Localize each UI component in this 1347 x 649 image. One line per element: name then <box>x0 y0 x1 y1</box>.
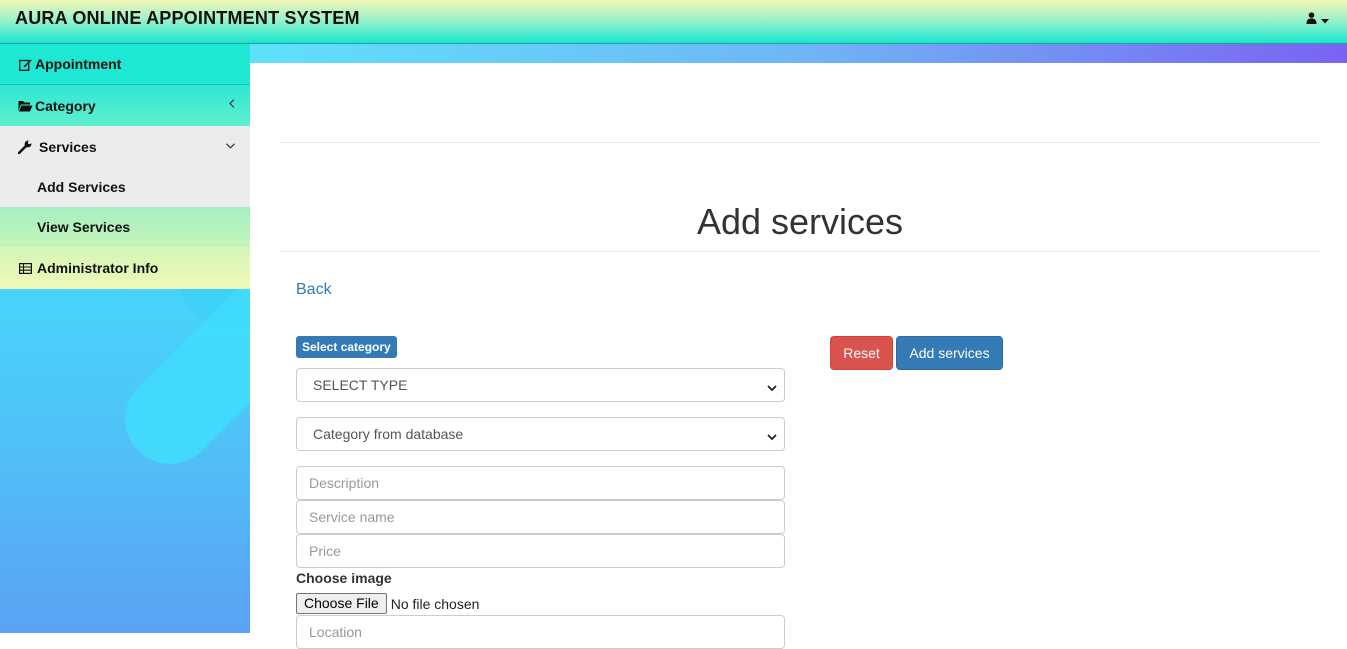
caret-down-icon <box>1321 11 1329 29</box>
header-gradient-strip <box>250 44 1347 63</box>
sidebar-item-label: View Services <box>37 219 131 235</box>
folder-open-icon <box>17 99 33 113</box>
sidebar-item-category[interactable]: Category <box>0 85 250 126</box>
add-services-button[interactable]: Add services <box>896 336 1003 370</box>
select-category-label: Select category <box>296 336 397 358</box>
sidebar-item-administrator-info[interactable]: Administrator Info <box>0 247 250 289</box>
app-title: AURA ONLINE APPOINTMENT SYSTEM <box>15 8 360 28</box>
page-title: Add services <box>696 201 904 242</box>
sidebar-item-label: Services <box>39 138 97 155</box>
choose-image-label: Choose image <box>296 570 392 586</box>
sidebar-item-services[interactable]: Services <box>0 126 250 167</box>
sidebar-decoration <box>0 464 250 633</box>
description-input[interactable] <box>296 466 785 500</box>
sidebar-item-label: Category <box>35 97 96 114</box>
divider <box>281 251 1320 252</box>
chevron-left-icon <box>229 97 235 111</box>
sidebar: Appointment Category Services Add Servic… <box>0 44 250 633</box>
chevron-down-icon <box>767 428 777 444</box>
sidebar-menu: Appointment Category Services Add Servic… <box>0 44 250 289</box>
edit-icon <box>17 57 33 71</box>
sidebar-item-view-services[interactable]: View Services <box>0 207 250 247</box>
sidebar-item-label: Administrator Info <box>37 260 159 276</box>
wrench-icon <box>17 140 33 154</box>
category-select[interactable]: Category from database <box>296 417 785 451</box>
sidebar-item-label: Appointment <box>35 56 122 72</box>
chevron-down-icon <box>226 138 235 152</box>
sidebar-item-label: Add Services <box>37 179 126 195</box>
type-select[interactable]: SELECT TYPE <box>296 368 785 402</box>
chevron-down-icon <box>767 379 777 395</box>
user-icon <box>1306 11 1317 29</box>
user-menu-button[interactable] <box>1306 11 1329 29</box>
category-select-value: Category from database <box>313 426 464 442</box>
choose-file-button[interactable]: Choose File <box>296 593 387 614</box>
type-select-value: SELECT TYPE <box>313 377 408 393</box>
back-link[interactable]: Back <box>296 281 332 299</box>
service-name-input[interactable] <box>296 500 785 534</box>
reset-button[interactable]: Reset <box>830 336 893 370</box>
price-input[interactable] <box>296 534 785 568</box>
top-navbar: AURA ONLINE APPOINTMENT SYSTEM <box>0 0 1347 44</box>
sidebar-item-appointment[interactable]: Appointment <box>0 44 250 85</box>
image-file-input: Choose File No file chosen <box>296 593 479 614</box>
file-status-text: No file chosen <box>390 595 480 612</box>
location-input[interactable] <box>296 615 785 649</box>
table-icon <box>17 261 33 275</box>
sidebar-item-add-services[interactable]: Add Services <box>0 167 250 207</box>
divider <box>281 142 1320 143</box>
